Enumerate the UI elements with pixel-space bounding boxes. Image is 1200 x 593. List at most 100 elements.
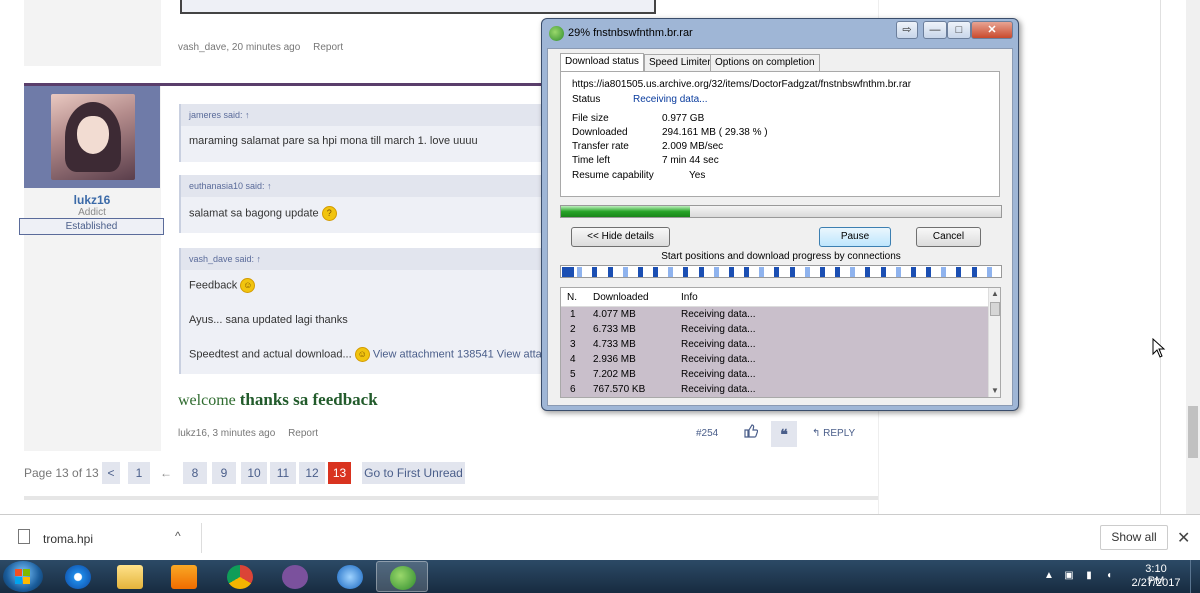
previous-post-meta: vash_dave, 20 minutes ago Report <box>178 42 343 53</box>
column-header-downloaded[interactable]: Downloaded <box>593 292 649 303</box>
quote-line: Ayus... sana updated lagi thanks <box>189 314 348 326</box>
tab-speed-limiter[interactable]: Speed Limiter <box>644 54 716 72</box>
go-to-first-unread-button[interactable]: Go to First Unread <box>362 462 465 484</box>
reply-button[interactable]: ↰ REPLY <box>812 428 855 439</box>
row-downloaded: 4.733 MB <box>593 339 636 350</box>
page-link[interactable]: 9 <box>212 462 236 484</box>
post-number[interactable]: #254 <box>696 428 718 439</box>
row-info: Receiving data... <box>681 354 756 365</box>
connection-segment <box>623 267 628 277</box>
column-header-n[interactable]: N. <box>567 292 577 303</box>
connection-segment <box>972 267 977 277</box>
previous-post-author-time[interactable]: vash_dave, 20 minutes ago <box>178 42 300 53</box>
taskbar: ▲ ▣ ▮ ◖ <box>0 560 1200 593</box>
table-row[interactable]: 4 2.936 MB Receiving data... <box>561 353 988 368</box>
show-desktop-button[interactable] <box>1190 560 1200 593</box>
tray-app-icon[interactable]: ▣ <box>1062 569 1076 583</box>
quote-attribution[interactable]: euthanasia10 said: ↑ <box>181 175 559 197</box>
row-info: Receiving data... <box>681 384 756 395</box>
user-avatar-panel <box>24 86 160 188</box>
cancel-button[interactable]: Cancel <box>916 227 981 247</box>
row-downloaded: 7.202 MB <box>593 369 636 380</box>
connection-segment <box>592 267 597 277</box>
downloaded-row: Downloaded 294.161 MB ( 29.38 % ) <box>572 127 972 141</box>
table-row[interactable]: 3 4.733 MB Receiving data... <box>561 338 988 353</box>
prev-page-button[interactable]: < <box>102 462 120 484</box>
page-link-first[interactable]: 1 <box>128 462 150 484</box>
page-link[interactable]: 12 <box>299 462 325 484</box>
connection-segment <box>865 267 870 277</box>
download-status-panel: https://ia801505.us.archive.org/32/items… <box>560 71 1000 197</box>
connection-segment <box>608 267 613 277</box>
page-link[interactable]: 8 <box>183 462 207 484</box>
connections-scrollbar[interactable]: ▲ ▼ <box>988 288 1000 397</box>
file-size-row: File size 0.977 GB <box>572 113 972 127</box>
quote-attribution[interactable]: jameres said: ↑ <box>181 104 559 126</box>
download-progress-bar <box>560 205 1002 218</box>
file-explorer-taskbar-button[interactable] <box>104 561 156 592</box>
column-header-info[interactable]: Info <box>681 292 698 303</box>
scroll-up-icon[interactable]: ▲ <box>989 288 1000 300</box>
current-post-author-time[interactable]: lukz16, 3 minutes ago <box>178 428 275 439</box>
page-link[interactable]: 10 <box>241 462 267 484</box>
table-row[interactable]: 6 767.570 KB Receiving data... <box>561 383 988 397</box>
quote-button[interactable]: ❝ <box>771 421 797 447</box>
row-number: 2 <box>570 324 576 335</box>
field-label: File size <box>572 113 609 124</box>
connection-segment <box>835 267 840 277</box>
quote-line-text: Speedtest and actual download... <box>189 348 352 361</box>
avatar[interactable] <box>51 94 135 180</box>
connection-segment <box>759 267 764 277</box>
like-icon[interactable] <box>741 424 761 444</box>
download-file-name[interactable]: troma.hpi <box>43 532 93 546</box>
connection-segment <box>653 267 658 277</box>
row-number: 5 <box>570 369 576 380</box>
field-value: 7 min 44 sec <box>662 155 719 166</box>
chevron-up-icon[interactable]: ^ <box>175 529 181 543</box>
scrollbar-thumb[interactable] <box>1188 406 1198 458</box>
idm-taskbar-button[interactable] <box>376 561 428 592</box>
pause-button[interactable]: Pause <box>819 227 891 247</box>
current-page[interactable]: 13 <box>328 462 351 484</box>
row-downloaded: 767.570 KB <box>593 384 646 395</box>
viber-taskbar-button[interactable] <box>269 561 321 592</box>
media-player-taskbar-button[interactable] <box>158 561 210 592</box>
tab-options-on-completion[interactable]: Options on completion <box>710 54 820 72</box>
username[interactable]: lukz16 <box>24 193 160 207</box>
hide-details-button[interactable]: << Hide details <box>571 227 670 247</box>
scroll-down-icon[interactable]: ▼ <box>989 385 1000 397</box>
row-info: Receiving data... <box>681 324 756 335</box>
minimize-to-tray-button[interactable]: ⇨ <box>896 21 918 39</box>
tray-expand-icon[interactable]: ▲ <box>1042 569 1056 583</box>
smile-emoji-icon: ☺ <box>240 278 256 293</box>
network-app-taskbar-button[interactable] <box>324 561 376 592</box>
clock-date[interactable]: 2/27/2017 <box>1130 577 1182 589</box>
downloads-bar: troma.hpi ^ Show all ✕ <box>0 514 1200 560</box>
google-chrome-taskbar-button[interactable] <box>214 561 266 592</box>
quote-line-text: Feedback <box>189 279 238 292</box>
internet-explorer-taskbar-button[interactable] <box>52 561 104 592</box>
folder-icon <box>117 565 143 589</box>
page-scrollbar[interactable] <box>1186 0 1200 514</box>
maximize-button[interactable]: □ <box>947 21 971 39</box>
row-info: Receiving data... <box>681 309 756 320</box>
signal-icon[interactable]: ▮ <box>1082 569 1096 583</box>
quote-attribution[interactable]: vash_dave said: ↑ <box>181 248 559 270</box>
page-link[interactable]: 11 <box>270 462 296 484</box>
volume-icon[interactable]: ◖ <box>1102 569 1116 583</box>
connection-segment <box>562 267 574 277</box>
tab-download-status[interactable]: Download status <box>560 53 644 73</box>
report-link[interactable]: Report <box>288 428 318 439</box>
start-button[interactable] <box>3 561 43 592</box>
close-button[interactable]: ✕ <box>971 21 1013 39</box>
table-row[interactable]: 5 7.202 MB Receiving data... <box>561 368 988 383</box>
show-all-button[interactable]: Show all <box>1100 525 1168 550</box>
field-value: 2.009 MB/sec <box>662 141 724 152</box>
table-row[interactable]: 1 4.077 MB Receiving data... <box>561 308 988 323</box>
page-jump-arrow[interactable]: ← <box>156 462 176 484</box>
table-row[interactable]: 2 6.733 MB Receiving data... <box>561 323 988 338</box>
scrollbar-thumb[interactable] <box>990 302 1000 316</box>
close-icon[interactable]: ✕ <box>1177 528 1190 548</box>
minimize-button[interactable]: — <box>923 21 947 39</box>
report-link[interactable]: Report <box>313 42 343 53</box>
